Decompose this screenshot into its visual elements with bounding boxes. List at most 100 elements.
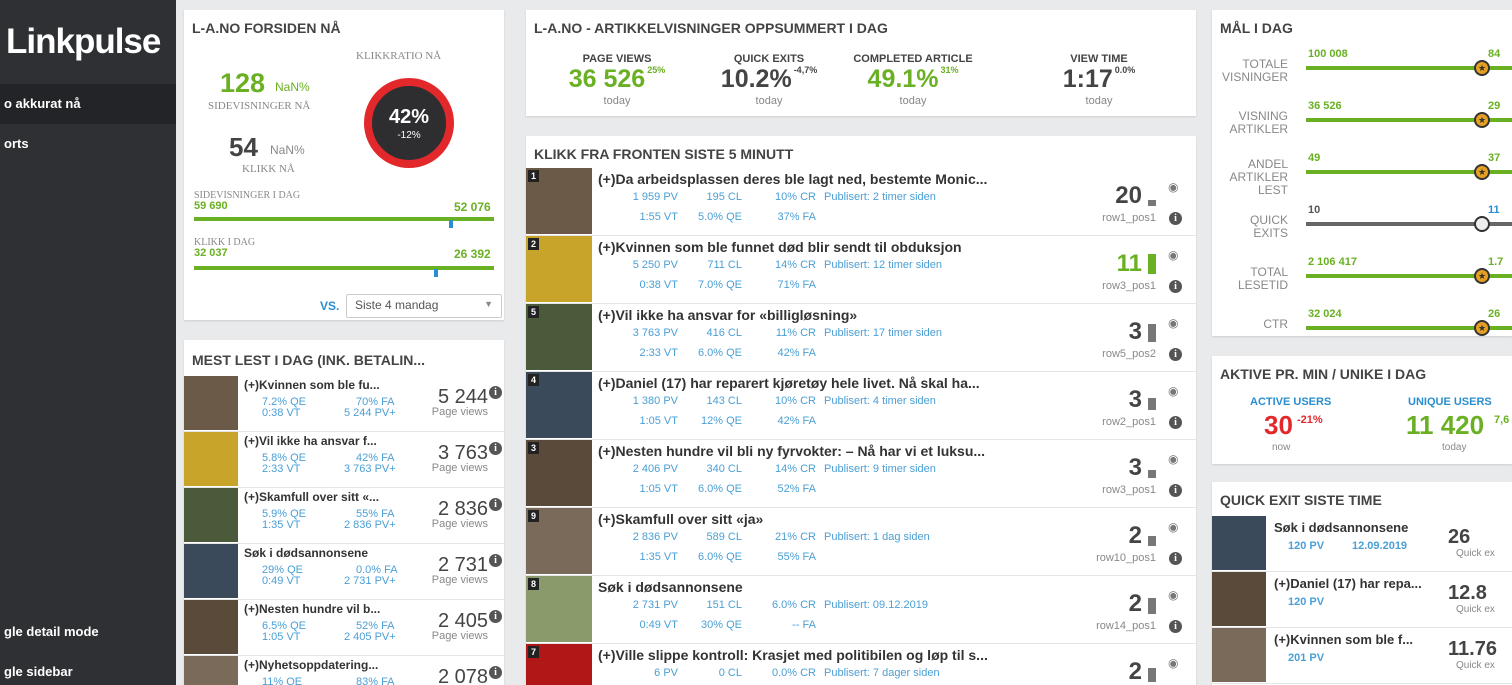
click-row-cr: 14% CR xyxy=(775,259,816,271)
info-icon[interactable]: i xyxy=(1169,212,1182,225)
mostread-item[interactable]: (+)Vil ikke ha ansvar f... 5.8% QE 42% FA 2… xyxy=(184,432,504,488)
info-icon[interactable]: i xyxy=(489,554,502,567)
summary-metric-change: 0.0% xyxy=(1114,65,1136,75)
click-row-cl: 195 CL xyxy=(706,191,742,203)
click-row-fa: 42% FA xyxy=(777,415,816,427)
info-icon[interactable]: i xyxy=(1169,620,1182,633)
mostread-item-views-label: Page views xyxy=(431,518,488,530)
info-icon[interactable]: i xyxy=(1169,552,1182,565)
quickexit-item-label: Quick ex xyxy=(1456,660,1495,671)
quickexit-item-title[interactable]: Søk i dødsannonsene xyxy=(1274,520,1408,535)
info-icon[interactable]: i xyxy=(489,666,502,679)
mostread-item-views: 2 078 xyxy=(437,666,488,685)
click-row[interactable]: 4 (+)Daniel (17) har reparert kjøretøy he… xyxy=(526,372,1196,440)
sidebar-toggle-detail-mode[interactable]: gle detail mode xyxy=(4,624,99,639)
goal-target: 11 xyxy=(1488,204,1500,216)
quickexit-item[interactable]: (+)Daniel (17) har repa... 120 PV 12.8 Quic… xyxy=(1212,572,1512,628)
goal-row: TOTAL LESETID 2 106 417 1.7 ★ xyxy=(1212,256,1512,308)
mostread-item-views-label: Page views xyxy=(431,630,488,642)
summary-metric-label: PAGE VIEWS xyxy=(582,53,652,65)
click-row-title[interactable]: (+)Skamfull over sitt «ja» xyxy=(598,511,763,527)
info-icon[interactable]: i xyxy=(489,442,502,455)
mostread-item-title[interactable]: (+)Skamfull over sitt «... xyxy=(244,490,379,504)
mostread-item-title[interactable]: (+)Kvinnen som ble fu... xyxy=(244,378,380,392)
quickexit-item-title[interactable]: (+)Daniel (17) har repa... xyxy=(1274,576,1422,591)
click-row-pv: 3 763 PV xyxy=(632,327,678,339)
mostread-item[interactable]: (+)Skamfull over sitt «... 5.9% QE 55% FA 1… xyxy=(184,488,504,544)
article-thumbnail xyxy=(184,544,238,598)
click-row-published: Publisert: 1 dag siden xyxy=(824,531,930,543)
mostread-item[interactable]: (+)Nyhetsoppdatering... 11% QE 83% FA 2 078… xyxy=(184,656,504,685)
click-row-position: row3_pos1 xyxy=(1102,280,1156,292)
compare-select[interactable]: Siste 4 mandag ▼ xyxy=(346,294,502,318)
mostread-item-title[interactable]: (+)Vil ikke ha ansvar f... xyxy=(244,434,377,448)
sidebar-item-now[interactable]: o akkurat nå xyxy=(4,96,81,111)
quickexit-item-title[interactable]: (+)Kvinnen som ble f... xyxy=(1274,632,1413,647)
click-row[interactable]: 3 (+)Nesten hundre vil bli ny fyrvokter: … xyxy=(526,440,1196,508)
click-row[interactable]: 8 Søk i dødsannonsene 2 731 PV 151 CL 6.0% C… xyxy=(526,576,1196,644)
rank-badge: 1 xyxy=(528,170,540,182)
info-icon[interactable]: i xyxy=(1169,416,1182,429)
info-icon[interactable]: i xyxy=(1169,348,1182,361)
click-row-qe: 6.0% QE xyxy=(697,347,742,359)
info-icon[interactable]: i xyxy=(489,610,502,623)
click-row-count: 11 xyxy=(1116,250,1142,277)
star-icon: ★ xyxy=(1474,164,1490,180)
quickexit-item-pv: 120 PV xyxy=(1288,596,1325,608)
clk-day-value: 32 037 xyxy=(194,247,228,259)
goal-value: 2 106 417 xyxy=(1308,256,1357,268)
click-row-fa: 52% FA xyxy=(777,483,816,495)
click-row-title[interactable]: (+)Kvinnen som ble funnet død blir sendt… xyxy=(598,239,962,255)
mostread-item-title[interactable]: Søk i dødsannonsene xyxy=(244,546,368,560)
click-row[interactable]: 9 (+)Skamfull over sitt «ja» 2 836 PV 589 C… xyxy=(526,508,1196,576)
click-row-cl: 711 CL xyxy=(707,259,742,271)
click-row-position: row2_pos1 xyxy=(1102,416,1156,428)
info-icon[interactable]: i xyxy=(489,386,502,399)
click-row-title[interactable]: Søk i dødsannonsene xyxy=(598,579,743,595)
click-row-title[interactable]: (+)Da arbeidsplassen deres ble lagt ned,… xyxy=(598,171,987,187)
click-row-vt: 1:05 VT xyxy=(639,415,678,427)
summary-metric-change: 31% xyxy=(940,65,959,75)
click-row-qe: 6.0% QE xyxy=(697,483,742,495)
active-title: AKTIVE PR. MIN / UNIKE I DAG xyxy=(1220,366,1427,382)
click-sparkline xyxy=(1148,598,1156,614)
click-row-position: row1_pos1 xyxy=(1102,212,1156,224)
divider xyxy=(1212,683,1512,684)
click-row[interactable]: 1 (+)Da arbeidsplassen deres ble lagt ned… xyxy=(526,168,1196,236)
summary-metric-value: 1:17 xyxy=(1062,65,1113,93)
click-row[interactable]: 5 (+)Vil ikke ha ansvar for «billigløsnin… xyxy=(526,304,1196,372)
goal-label: TOTALE VISNINGER xyxy=(1221,57,1288,84)
goal-target: 84 xyxy=(1488,48,1501,60)
click-row[interactable]: 7 (+)Ville slippe kontroll: Krasjet med p… xyxy=(526,644,1196,685)
goal-row: TOTALE VISNINGER 100 008 84 ★ xyxy=(1212,48,1512,100)
article-thumbnail xyxy=(1212,572,1266,626)
info-icon[interactable]: i xyxy=(1169,280,1182,293)
info-icon[interactable]: i xyxy=(489,498,502,511)
sidebar-item-reports[interactable]: orts xyxy=(4,136,29,151)
mostread-item[interactable]: (+)Kvinnen som ble fu... 7.2% QE 70% FA 0:3… xyxy=(184,376,504,432)
click-row-pv: 1 380 PV xyxy=(632,395,678,407)
mostread-item-title[interactable]: (+)Nesten hundre vil b... xyxy=(244,602,380,616)
click-row-title[interactable]: (+)Daniel (17) har reparert kjøretøy hel… xyxy=(598,375,980,391)
active-users-change: -21% xyxy=(1297,414,1323,426)
click-row-title[interactable]: (+)Nesten hundre vil bli ny fyrvokter: –… xyxy=(598,443,985,459)
mostread-item-title[interactable]: (+)Nyhetsoppdatering... xyxy=(244,658,378,672)
ratio-value: 42% xyxy=(388,106,430,128)
click-row-pv: 2 406 PV xyxy=(632,463,678,475)
click-row-title[interactable]: (+)Ville slippe kontroll: Krasjet med po… xyxy=(598,647,988,663)
mostread-item[interactable]: Søk i dødsannonsene 29% QE 0.0% FA 0:49 VT 2… xyxy=(184,544,504,600)
click-row-pv: 2 731 PV xyxy=(632,599,678,611)
quickexit-item[interactable]: (+)Kvinnen som ble f... 201 PV 11.76 Quick … xyxy=(1212,628,1512,684)
click-row-title[interactable]: (+)Vil ikke ha ansvar for «billigløsning… xyxy=(598,307,857,323)
mostread-item-pvplus: 2 405 PV+ xyxy=(344,631,396,643)
sidebar-toggle-sidebar[interactable]: gle sidebar xyxy=(4,664,73,679)
clicks-now-pct: NaN% xyxy=(270,143,305,157)
mostread-item[interactable]: (+)Nesten hundre vil b... 6.5% QE 52% FA 1:… xyxy=(184,600,504,656)
unique-users-value: 11 420 xyxy=(1406,410,1485,440)
clicks-now-label: KLIKK NÅ xyxy=(242,163,295,175)
click-row[interactable]: 2 (+)Kvinnen som ble funnet død blir send… xyxy=(526,236,1196,304)
clicks-title: KLIKK FRA FRONTEN SISTE 5 MINUTT xyxy=(534,146,794,162)
click-sparkline xyxy=(1148,254,1156,274)
info-icon[interactable]: i xyxy=(1169,484,1182,497)
quickexit-item[interactable]: Søk i dødsannonsene 120 PV 12.09.2019 26 Qui… xyxy=(1212,516,1512,572)
